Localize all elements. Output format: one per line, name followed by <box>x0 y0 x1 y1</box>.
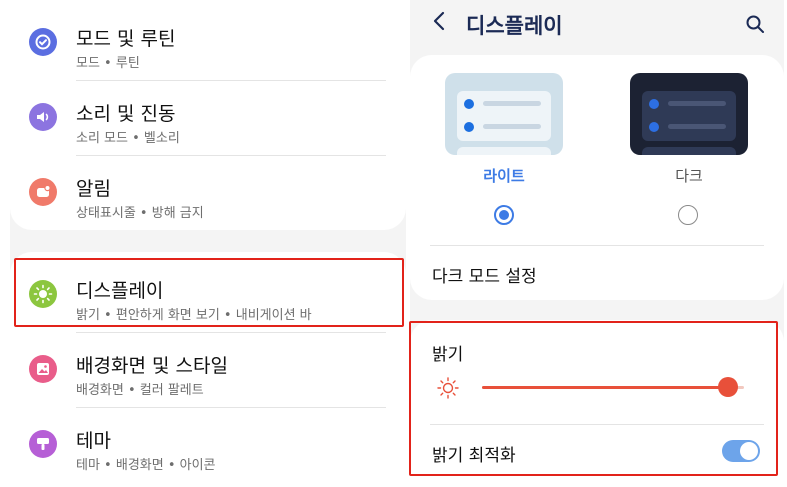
preview-dot <box>649 99 659 109</box>
settings-item-themes[interactable]: 테마 테마 • 배경화면 • 아이콘 <box>10 406 406 481</box>
page-title: 디스플레이 <box>466 14 563 38</box>
preview-line <box>668 124 726 129</box>
preview-line <box>483 124 541 129</box>
notification-icon <box>29 178 57 206</box>
adaptive-brightness-toggle[interactable] <box>722 440 760 462</box>
search-icon[interactable] <box>745 14 765 34</box>
dark-theme-radio[interactable] <box>678 205 698 225</box>
settings-group-2: 디스플레이 밝기 • 편안하게 화면 보기 • 내비게이션 바 배경화면 및 스… <box>10 252 406 487</box>
brightness-slider-fill <box>482 386 728 389</box>
preview-panel <box>642 147 736 155</box>
display-settings-panel: 디스플레이 라이트 다크 다크 모드 설정 밝기 밝기 최적화 <box>410 0 784 487</box>
preview-panel <box>457 147 551 155</box>
theme-selector-card: 라이트 다크 다크 모드 설정 <box>410 55 784 300</box>
settings-item-subtitle: 소리 모드 • 벨소리 <box>76 131 180 146</box>
back-button[interactable] <box>432 10 446 38</box>
divider <box>430 245 764 246</box>
dark-theme-label: 다크 <box>675 167 703 185</box>
settings-item-subtitle: 모드 • 루틴 <box>76 56 140 71</box>
settings-item-title: 배경화면 및 스타일 <box>76 355 228 377</box>
preview-dot <box>649 122 659 132</box>
settings-item-subtitle: 배경화면 • 컬러 팔레트 <box>76 383 204 398</box>
divider <box>430 424 764 425</box>
theme-icon <box>29 430 57 458</box>
brightness-title: 밝기 <box>432 345 464 365</box>
dark-theme-preview[interactable] <box>630 73 748 155</box>
light-theme-radio[interactable] <box>494 205 514 225</box>
settings-item-title: 소리 및 진동 <box>76 103 176 125</box>
wallpaper-icon <box>29 355 57 383</box>
settings-item-title: 알림 <box>76 178 111 200</box>
adaptive-brightness-label: 밝기 최적화 <box>432 446 516 466</box>
settings-item-title: 테마 <box>76 430 111 452</box>
settings-item-modes-routines[interactable]: 모드 및 루틴 모드 • 루틴 <box>10 4 406 79</box>
preview-line <box>668 101 726 106</box>
settings-item-subtitle: 테마 • 배경화면 • 아이콘 <box>76 458 216 473</box>
preview-dot <box>464 122 474 132</box>
brightness-sun-icon <box>436 376 460 400</box>
display-sun-icon <box>29 280 57 308</box>
volume-icon <box>29 103 57 131</box>
settings-item-title: 디스플레이 <box>76 280 164 302</box>
settings-list-panel: 모드 및 루틴 모드 • 루틴 소리 및 진동 소리 모드 • 벨소리 알림 상… <box>10 0 406 487</box>
preview-dot <box>464 99 474 109</box>
preview-line <box>483 101 541 106</box>
brightness-card: 밝기 밝기 최적화 <box>410 320 784 487</box>
settings-item-subtitle: 상태표시줄 • 방해 금지 <box>76 206 204 221</box>
app-bar: 디스플레이 <box>410 0 784 50</box>
settings-item-notifications[interactable]: 알림 상태표시줄 • 방해 금지 <box>10 154 406 229</box>
settings-item-display[interactable]: 디스플레이 밝기 • 편안하게 화면 보기 • 내비게이션 바 <box>10 256 406 331</box>
brightness-slider-thumb[interactable] <box>718 377 738 397</box>
preview-panel <box>642 91 736 141</box>
preview-panel <box>457 91 551 141</box>
light-theme-label: 라이트 <box>483 167 525 185</box>
settings-item-wallpaper-style[interactable]: 배경화면 및 스타일 배경화면 • 컬러 팔레트 <box>10 331 406 406</box>
settings-item-sound-vibration[interactable]: 소리 및 진동 소리 모드 • 벨소리 <box>10 79 406 154</box>
modes-routines-icon <box>29 28 57 56</box>
settings-item-subtitle: 밝기 • 편안하게 화면 보기 • 내비게이션 바 <box>76 308 312 323</box>
settings-group-1: 모드 및 루틴 모드 • 루틴 소리 및 진동 소리 모드 • 벨소리 알림 상… <box>10 0 406 230</box>
settings-item-title: 모드 및 루틴 <box>76 28 176 50</box>
brightness-slider[interactable] <box>482 386 744 389</box>
dark-mode-settings-item[interactable]: 다크 모드 설정 <box>432 262 537 287</box>
light-theme-preview[interactable] <box>445 73 563 155</box>
